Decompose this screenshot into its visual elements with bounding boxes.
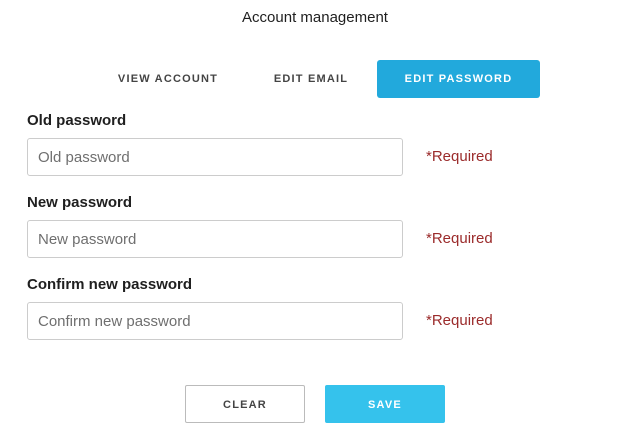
confirm-password-required-text: *Required [426, 312, 493, 329]
new-password-required-text: *Required [426, 230, 493, 247]
page-title: Account management [242, 9, 388, 26]
old-password-label: Old password [27, 112, 127, 129]
old-password-input[interactable] [27, 138, 403, 176]
account-management-page: Account management VIEW ACCOUNT EDIT EMA… [0, 0, 618, 440]
old-password-required-text: *Required [426, 148, 493, 165]
tab-edit-email[interactable]: EDIT EMAIL [250, 60, 372, 98]
confirm-password-input[interactable] [27, 302, 403, 340]
tab-edit-password[interactable]: EDIT PASSWORD [377, 60, 540, 98]
save-button[interactable]: SAVE [325, 385, 445, 423]
tab-bar: VIEW ACCOUNT EDIT EMAIL EDIT PASSWORD [0, 60, 618, 98]
clear-button[interactable]: CLEAR [185, 385, 305, 423]
new-password-input[interactable] [27, 220, 403, 258]
tab-view-account[interactable]: VIEW ACCOUNT [103, 60, 233, 98]
new-password-label: New password [27, 194, 133, 211]
confirm-password-label: Confirm new password [27, 276, 193, 293]
